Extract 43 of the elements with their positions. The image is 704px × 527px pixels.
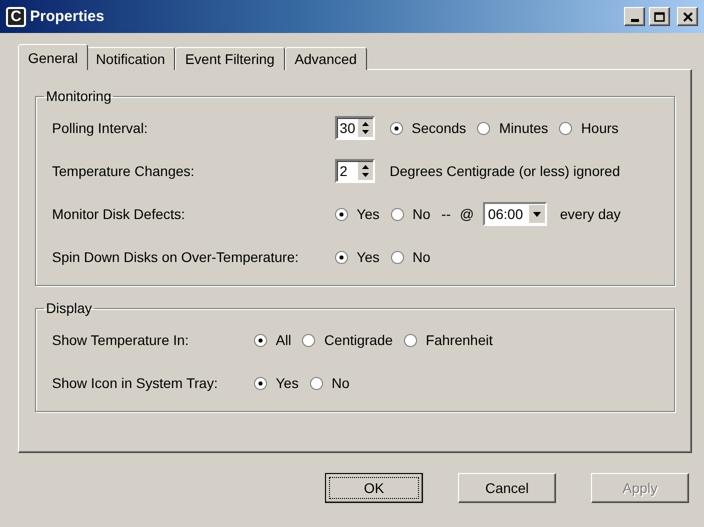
spin-field[interactable]: 30 bbox=[334, 116, 375, 140]
tab[interactable]: General bbox=[18, 44, 88, 70]
field-label: Polling Interval: bbox=[52, 120, 149, 136]
minimize-icon bbox=[630, 19, 638, 22]
window-title: Properties bbox=[30, 8, 106, 25]
field-label: Spin Down Disks on Over-Temperature: bbox=[52, 249, 299, 265]
radio-button[interactable]: Yes bbox=[254, 375, 299, 391]
maximize-icon bbox=[654, 12, 665, 22]
radio-button[interactable]: Centigrade bbox=[302, 332, 393, 348]
minimize-button[interactable] bbox=[624, 7, 645, 26]
ok-button[interactable]: OK bbox=[325, 473, 423, 503]
radio-button[interactable]: Yes bbox=[334, 249, 380, 265]
tab[interactable]: Notification bbox=[86, 47, 176, 70]
group-title: Monitoring bbox=[45, 88, 112, 104]
field-label: Monitor Disk Defects: bbox=[52, 206, 186, 222]
radio-button[interactable]: Yes bbox=[334, 206, 380, 222]
label-text: @ bbox=[460, 206, 474, 222]
app-icon: C bbox=[6, 6, 26, 26]
group-title: Display bbox=[45, 300, 93, 316]
radio-button[interactable]: Seconds bbox=[390, 120, 466, 136]
radio-button[interactable]: No bbox=[390, 249, 430, 265]
field-label: Show Temperature In: bbox=[52, 332, 190, 348]
tab[interactable]: Event Filtering bbox=[175, 47, 285, 70]
close-icon bbox=[682, 12, 692, 22]
field-label: Show Icon in System Tray: bbox=[52, 375, 218, 391]
radio-button[interactable]: No bbox=[390, 206, 430, 222]
radio-button[interactable]: No bbox=[310, 375, 350, 391]
radio-button[interactable]: All bbox=[254, 332, 292, 348]
label-text: every day bbox=[560, 206, 621, 222]
field-label: Temperature Changes: bbox=[52, 163, 196, 179]
maximize-button[interactable] bbox=[649, 7, 670, 26]
radio-button[interactable]: Fahrenheit bbox=[404, 332, 493, 348]
time-dropdown[interactable]: 06:00 bbox=[482, 202, 547, 226]
cancel-button[interactable]: Cancel bbox=[458, 473, 556, 503]
spin-field[interactable]: 2 bbox=[334, 159, 375, 183]
label-text: -- bbox=[441, 206, 451, 222]
radio-button[interactable]: Minutes bbox=[477, 120, 548, 136]
spin-arrows-icon[interactable] bbox=[358, 162, 373, 180]
close-button[interactable] bbox=[677, 7, 698, 26]
tab[interactable]: Advanced bbox=[284, 47, 367, 70]
label-text: Degrees Centigrade (or less) ignored bbox=[390, 163, 620, 179]
spin-arrows-icon[interactable] bbox=[358, 119, 373, 137]
radio-button[interactable]: Hours bbox=[559, 120, 619, 136]
